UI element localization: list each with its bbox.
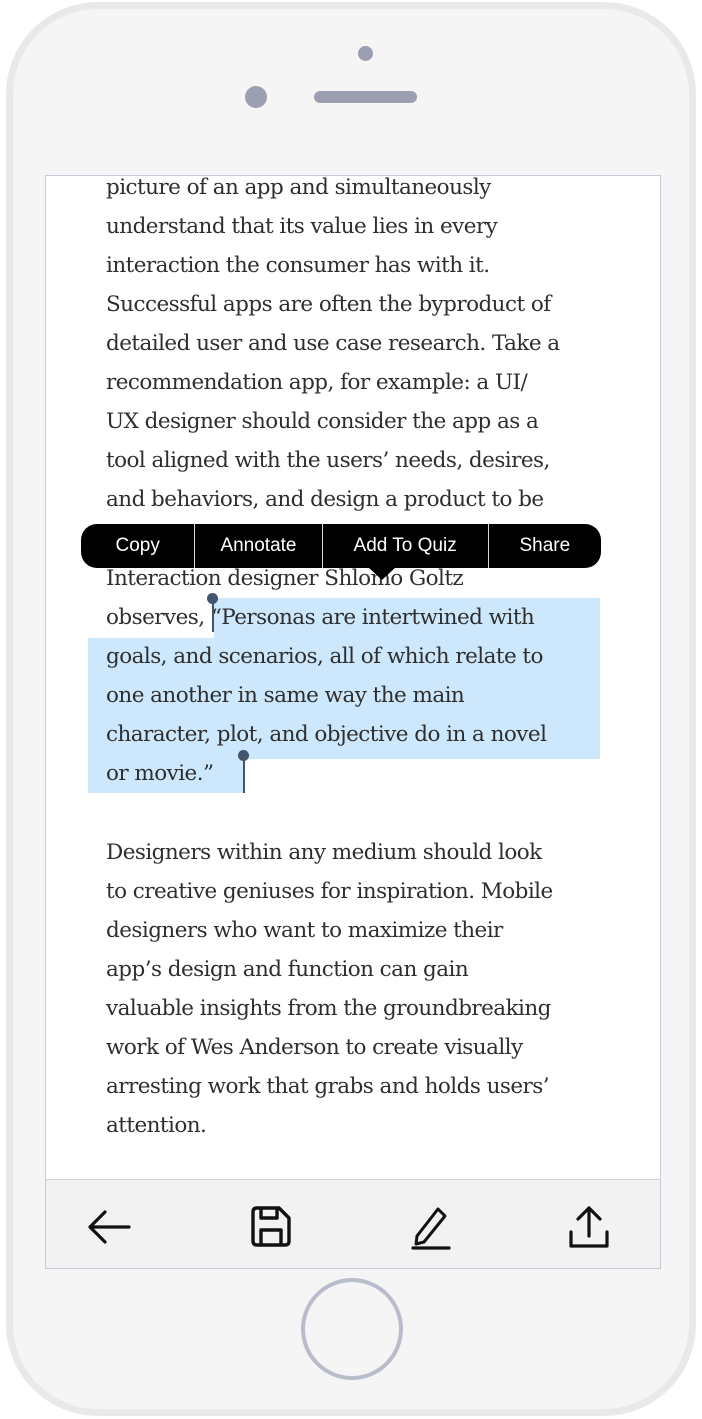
share-button[interactable] <box>564 1202 614 1252</box>
selected-text-line: character, plot, and objective do in a n… <box>106 722 547 747</box>
article-line: recommendation app, for example: a UI/ <box>106 370 528 395</box>
save-button[interactable] <box>246 1202 296 1252</box>
back-button[interactable] <box>84 1202 134 1252</box>
article-line-selection-start: observes, “Personas are intertwined with <box>106 605 535 630</box>
article-line: tool aligned with the users’ needs, desi… <box>106 448 550 473</box>
article-line: arresting work that grabs and holds user… <box>106 1074 550 1099</box>
article-line: work of Wes Anderson to create visually <box>106 1035 523 1060</box>
copy-menu-item[interactable]: Copy <box>81 524 196 568</box>
annotate-menu-item[interactable]: Annotate <box>195 524 323 568</box>
pencil-icon <box>411 1207 451 1250</box>
share-upload-icon <box>569 1206 609 1248</box>
proximity-sensor <box>358 46 373 61</box>
reader-screen: picture of an app and simultaneously und… <box>45 175 661 1269</box>
article-line: and behaviors, and design a product to b… <box>106 487 544 512</box>
article-line: valuable insights from the groundbreakin… <box>106 996 551 1021</box>
selection-end-caret <box>243 759 245 793</box>
selection-start-caret <box>212 602 214 632</box>
share-menu-item[interactable]: Share <box>489 524 601 568</box>
article-line: Successful apps are often the byproduct … <box>106 292 551 317</box>
selected-text-line: one another in same way the main <box>106 683 465 708</box>
home-button[interactable] <box>301 1278 403 1380</box>
article-line: app’s design and function can gain <box>106 957 469 982</box>
article-line: attention. <box>106 1113 207 1138</box>
article-line: detailed user and use case research. Tak… <box>106 331 560 356</box>
context-menu-pointer <box>368 567 396 580</box>
article-line: Designers within any medium should look <box>106 840 542 865</box>
article-line: designers who want to maximize their <box>106 918 503 943</box>
selected-text-first: “Personas are intertwined with <box>210 605 535 630</box>
earpiece-speaker <box>314 91 417 103</box>
selected-text-line: goals, and scenarios, all of which relat… <box>106 644 543 669</box>
article-line: UX designer should consider the app as a <box>106 409 539 434</box>
article-line-partially-covered: Interaction designer Shlomo Goltz <box>106 566 464 591</box>
selection-prefix: observes, <box>106 605 211 630</box>
save-icon <box>251 1206 291 1247</box>
selected-text-line: or movie.” <box>106 761 214 786</box>
article-scroll-area[interactable]: picture of an app and simultaneously und… <box>46 176 660 1179</box>
article-line: interaction the consumer has with it. <box>106 253 490 278</box>
add-to-quiz-menu-item[interactable]: Add To Quiz <box>323 524 489 568</box>
front-camera <box>245 86 267 108</box>
article-line: understand that its value lies in every <box>106 214 498 239</box>
selection-context-menu: Copy Annotate Add To Quiz Share <box>81 524 601 568</box>
bottom-toolbar <box>46 1179 660 1268</box>
edit-button[interactable] <box>406 1202 456 1252</box>
arrow-left-icon <box>88 1210 131 1244</box>
article-line: to creative geniuses for inspiration. Mo… <box>106 879 553 904</box>
article-line: picture of an app and simultaneously <box>106 176 491 200</box>
